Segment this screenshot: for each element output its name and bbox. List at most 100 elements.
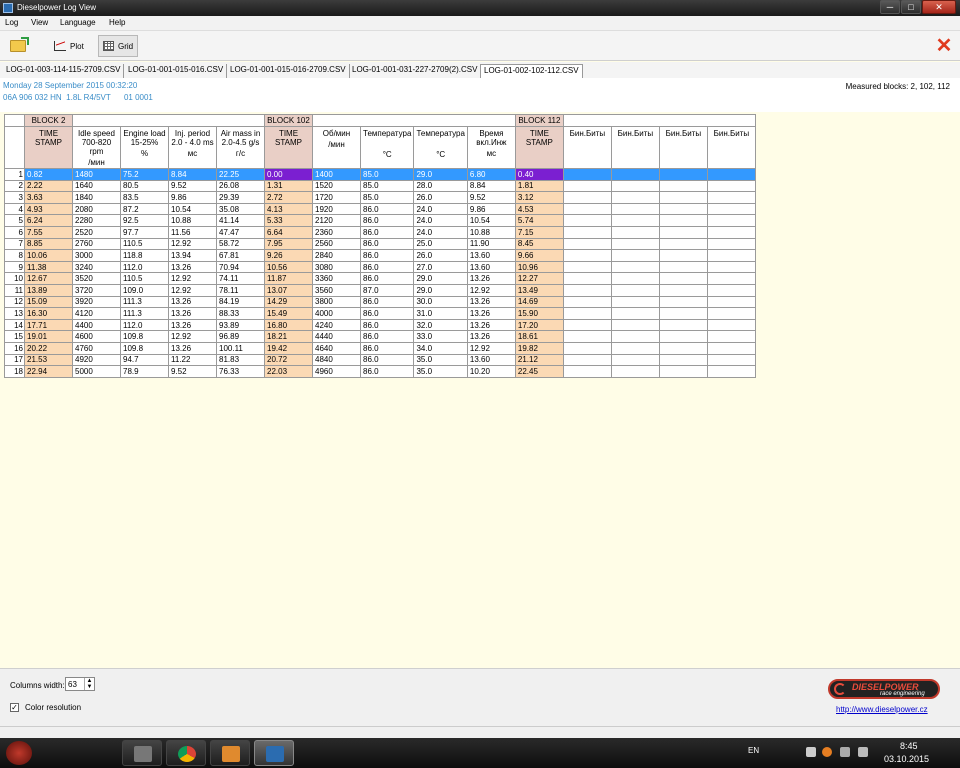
grid-cell[interactable] [562, 237, 612, 251]
grid-cell[interactable]: 4.93 [24, 202, 73, 216]
grid-cell[interactable]: 13.26 [168, 341, 217, 355]
grid-cell[interactable]: 85.0 [359, 179, 415, 193]
grid-cell[interactable] [658, 237, 708, 251]
grid-cell[interactable]: 84.19 [216, 295, 265, 309]
grid-cell[interactable] [562, 318, 612, 332]
language-indicator[interactable]: EN [748, 746, 759, 755]
grid-cell[interactable]: 118.8 [120, 249, 169, 262]
tab-file-5[interactable]: LOG-01-002-102-112.CSV [480, 64, 583, 78]
grid-cell[interactable]: 11.38 [24, 260, 73, 274]
grid-cell[interactable]: 22.25 [216, 168, 265, 181]
taskbar-app-1[interactable] [122, 740, 162, 766]
grid-cell[interactable]: 9.52 [168, 179, 217, 193]
grid-cell[interactable]: 4760 [72, 341, 121, 355]
column-header[interactable]: Engine load 15-25%% [120, 126, 169, 169]
table-row[interactable]: 18 22.94 5000 78.9 9.52 76.33 22.03 4960 86.0 35.… [4, 365, 756, 378]
grid-cell[interactable]: 1920 [312, 202, 361, 216]
grid-button[interactable]: Grid [98, 35, 139, 57]
column-header[interactable]: Об/мин/мин [312, 126, 361, 169]
table-row[interactable]: 12 15.09 3920 111.3 13.26 84.19 14.29 3800 86.0 3… [4, 295, 756, 309]
table-row[interactable]: 17 21.53 4920 94.7 11.22 81.83 20.72 4840 86.0 35… [4, 353, 756, 367]
grid-cell[interactable]: 4000 [312, 307, 361, 320]
grid-cell[interactable]: 29.0 [413, 272, 468, 285]
column-header[interactable]: TIME STAMP [264, 126, 313, 169]
grid-cell[interactable]: 13.07 [264, 283, 313, 297]
taskbar-app-chrome[interactable] [166, 740, 206, 766]
grid-cell[interactable]: 2760 [72, 237, 121, 251]
grid-cell[interactable] [610, 318, 660, 332]
grid-cell[interactable]: 9.52 [168, 365, 217, 378]
grid-cell[interactable]: 96.89 [216, 330, 265, 343]
table-row[interactable]: 2 2.22 1640 80.5 9.52 26.08 1.31 1520 85.0 28.0 8.… [4, 179, 756, 193]
grid-cell[interactable]: 13.26 [466, 318, 516, 332]
grid-cell[interactable]: 97.7 [120, 225, 169, 239]
grid-cell[interactable]: 3800 [312, 295, 361, 309]
column-header[interactable] [4, 126, 25, 169]
grid-cell[interactable]: 15.09 [24, 295, 73, 309]
grid-cell[interactable]: 16.30 [24, 307, 73, 320]
grid-cell[interactable]: 88.33 [216, 307, 265, 320]
grid-cell[interactable]: 2520 [72, 225, 121, 239]
grid-cell[interactable]: 0.00 [264, 168, 313, 181]
grid-cell[interactable]: 2120 [312, 214, 361, 227]
grid-cell[interactable]: 13.26 [466, 272, 516, 285]
grid-cell[interactable] [562, 283, 612, 297]
grid-cell[interactable] [706, 249, 756, 262]
grid-cell[interactable]: 111.3 [120, 307, 169, 320]
grid-cell[interactable]: 13.26 [168, 318, 217, 332]
grid-cell[interactable]: 13.49 [514, 283, 564, 297]
grid-cell[interactable] [658, 202, 708, 216]
grid-cell[interactable] [706, 214, 756, 227]
grid-cell[interactable]: 47.47 [216, 225, 265, 239]
grid-cell[interactable]: 16.80 [264, 318, 313, 332]
grid-cell[interactable]: 25.0 [413, 237, 468, 251]
grid-cell[interactable] [706, 202, 756, 216]
grid-cell[interactable] [658, 225, 708, 239]
grid-cell[interactable] [658, 168, 708, 181]
grid-cell[interactable] [658, 295, 708, 309]
grid-cell[interactable]: 5000 [72, 365, 121, 378]
grid-cell[interactable]: 67.81 [216, 249, 265, 262]
grid-cell[interactable]: 75.2 [120, 168, 169, 181]
grid-cell[interactable]: 1640 [72, 179, 121, 193]
grid-cell[interactable]: 29.39 [216, 191, 265, 204]
grid-cell[interactable]: 111.3 [120, 295, 169, 309]
grid-cell[interactable]: 86.0 [359, 214, 415, 227]
grid-cell[interactable] [706, 225, 756, 239]
grid-cell[interactable]: 7.55 [24, 225, 73, 239]
grid-cell[interactable] [706, 191, 756, 204]
grid-cell[interactable]: 10.20 [466, 365, 516, 378]
grid-cell[interactable]: 8.84 [168, 168, 217, 181]
grid-cell[interactable]: 13.26 [168, 307, 217, 320]
grid-cell[interactable]: 13.94 [168, 249, 217, 262]
grid-cell[interactable]: 18.61 [514, 330, 564, 343]
grid-cell[interactable]: 81.83 [216, 353, 265, 367]
grid-cell[interactable]: 92.5 [120, 214, 169, 227]
grid-cell[interactable] [610, 225, 660, 239]
flag-icon[interactable] [806, 747, 816, 757]
grid-cell[interactable]: 2360 [312, 225, 361, 239]
grid-cell[interactable]: 4.53 [514, 202, 564, 216]
grid-cell[interactable]: 20.22 [24, 341, 73, 355]
grid-cell[interactable]: 13.60 [466, 249, 516, 262]
grid-cell[interactable]: 9.86 [168, 191, 217, 204]
grid-cell[interactable]: 4.13 [264, 202, 313, 216]
grid-cell[interactable]: 109.0 [120, 283, 169, 297]
grid-cell[interactable]: 3360 [312, 272, 361, 285]
grid-cell[interactable] [658, 330, 708, 343]
grid-cell[interactable]: 109.8 [120, 341, 169, 355]
grid-cell[interactable]: 19.82 [514, 341, 564, 355]
grid-cell[interactable]: 87.0 [359, 283, 415, 297]
grid-cell[interactable]: 109.8 [120, 330, 169, 343]
grid-cell[interactable] [658, 307, 708, 320]
grid-cell[interactable]: 6.64 [264, 225, 313, 239]
columns-width-spinner[interactable]: ▲ ▼ [84, 678, 94, 690]
grid-cell[interactable] [562, 260, 612, 274]
grid-cell[interactable] [562, 330, 612, 343]
grid-cell[interactable] [562, 179, 612, 193]
grid-cell[interactable]: 9.86 [466, 202, 516, 216]
grid-cell[interactable]: 74.11 [216, 272, 265, 285]
grid-cell[interactable]: 13.26 [466, 330, 516, 343]
grid-cell[interactable]: 86.0 [359, 260, 415, 274]
grid-cell[interactable] [562, 214, 612, 227]
